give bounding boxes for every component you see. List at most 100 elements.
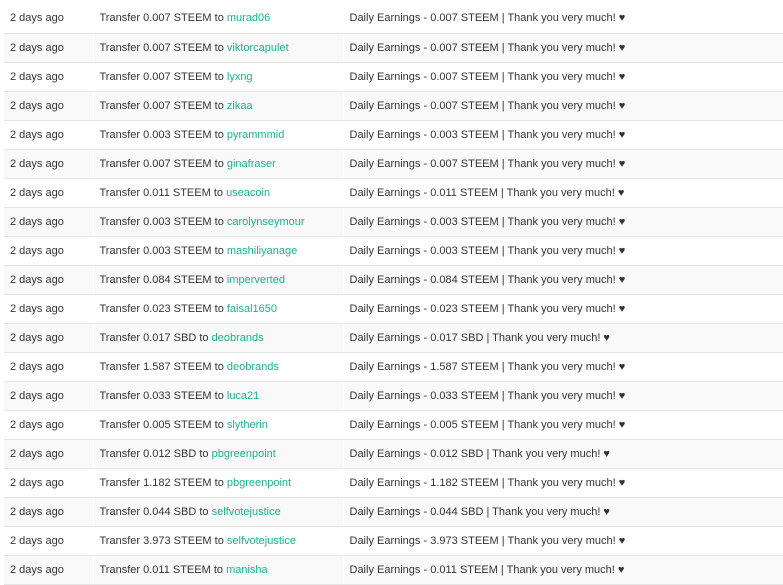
table-row: 2 days ago Transfer 0.003 STEEM to caroly… xyxy=(4,207,783,237)
recipient-account-link[interactable]: useacoin xyxy=(226,187,270,199)
operation-cell: Transfer 0.007 STEEM to viktorcapulet xyxy=(93,33,344,63)
recipient-account-link[interactable]: manisha xyxy=(226,564,268,576)
table-row: 2 days ago Transfer 0.003 STEEM to mashil… xyxy=(4,236,783,266)
memo-cell: Daily Earnings - 0.084 STEEM | Thank you… xyxy=(343,265,783,295)
table-row: 2 days ago Transfer 0.003 STEEM to pyramm… xyxy=(4,120,783,150)
timestamp-cell: 2 days ago xyxy=(4,4,94,34)
transfer-description: Transfer 0.007 STEEM to xyxy=(99,99,224,112)
operation-cell: Transfer 0.084 STEEM to imperverted xyxy=(93,265,344,295)
transfer-description: Transfer 0.007 STEEM to xyxy=(99,157,224,170)
timestamp-cell: 2 days ago xyxy=(4,555,94,585)
transfer-description: Transfer 0.011 STEEM to xyxy=(99,186,224,199)
timestamp-cell: 2 days ago xyxy=(4,410,94,440)
timestamp-cell: 2 days ago xyxy=(4,497,94,527)
transfer-description: Transfer 0.005 STEEM to xyxy=(99,418,224,431)
table-row: 2 days ago Transfer 0.007 STEEM to zikaa D… xyxy=(4,91,783,121)
operation-cell: Transfer 0.044 SBD to selfvotejustice xyxy=(93,497,344,527)
timestamp-cell: 2 days ago xyxy=(4,381,94,411)
operation-cell: Transfer 1.587 STEEM to deobrands xyxy=(93,352,344,382)
memo-cell: Daily Earnings - 0.007 STEEM | Thank you… xyxy=(343,33,783,63)
timestamp-cell: 2 days ago xyxy=(4,294,94,324)
transfer-description: Transfer 0.007 STEEM to xyxy=(99,12,224,25)
memo-cell: Daily Earnings - 0.007 STEEM | Thank you… xyxy=(343,91,783,121)
operation-cell: Transfer 0.003 STEEM to pyrammmid xyxy=(93,120,344,150)
operation-cell: Transfer 0.011 STEEM to useacoin xyxy=(93,178,344,208)
recipient-account-link[interactable]: faisal1650 xyxy=(227,303,277,315)
table-row: 2 days ago Transfer 0.011 STEEM to useaco… xyxy=(4,178,783,208)
recipient-account-link[interactable]: lyxng xyxy=(227,71,253,83)
operation-cell: Transfer 0.011 STEEM to manisha xyxy=(93,555,344,585)
recipient-account-link[interactable]: murad06 xyxy=(227,12,270,24)
memo-cell: Daily Earnings - 0.005 STEEM | Thank you… xyxy=(343,410,783,440)
recipient-account-link[interactable]: selfvotejustice xyxy=(212,506,281,518)
memo-cell: Daily Earnings - 0.033 STEEM | Thank you… xyxy=(343,381,783,411)
transfer-description: Transfer 0.084 STEEM to xyxy=(99,273,224,286)
memo-cell: Daily Earnings - 0.003 STEEM | Thank you… xyxy=(343,120,783,150)
memo-cell: Daily Earnings - 0.012 SBD | Thank you v… xyxy=(343,439,783,469)
recipient-account-link[interactable]: luca21 xyxy=(227,390,259,402)
operation-cell: Transfer 1.182 STEEM to pbgreenpoint xyxy=(93,468,344,498)
recipient-account-link[interactable]: slytherin xyxy=(227,419,268,431)
recipient-account-link[interactable]: ginafraser xyxy=(227,158,276,170)
recipient-account-link[interactable]: pyrammmid xyxy=(227,129,284,141)
memo-cell: Daily Earnings - 0.007 STEEM | Thank you… xyxy=(343,149,783,179)
transfer-description: Transfer 0.007 STEEM to xyxy=(99,70,224,83)
operation-cell: Transfer 0.003 STEEM to carolynseymour xyxy=(93,207,344,237)
memo-cell: Daily Earnings - 0.011 STEEM | Thank you… xyxy=(343,555,783,585)
timestamp-cell: 2 days ago xyxy=(4,149,94,179)
recipient-account-link[interactable]: mashiliyanage xyxy=(227,245,297,257)
recipient-account-link[interactable]: selfvotejustice xyxy=(227,535,296,547)
operation-cell: Transfer 0.023 STEEM to faisal1650 xyxy=(93,294,344,324)
timestamp-cell: 2 days ago xyxy=(4,120,94,150)
table-row: 2 days ago Transfer 0.012 SBD to pbgreenp… xyxy=(4,439,783,469)
table-row: 2 days ago Transfer 0.023 STEEM to faisal… xyxy=(4,294,783,324)
table-row: 2 days ago Transfer 0.011 STEEM to manish… xyxy=(4,555,783,585)
operation-cell: Transfer 0.033 STEEM to luca21 xyxy=(93,381,344,411)
transfer-description: Transfer 0.017 SBD to xyxy=(99,331,209,344)
timestamp-cell: 2 days ago xyxy=(4,352,94,382)
timestamp-cell: 2 days ago xyxy=(4,265,94,295)
operation-cell: Transfer 3.973 STEEM to selfvotejustice xyxy=(93,526,344,556)
recipient-account-link[interactable]: pbgreenpoint xyxy=(212,448,276,460)
recipient-account-link[interactable]: pbgreenpoint xyxy=(227,477,291,489)
recipient-account-link[interactable]: zikaa xyxy=(227,100,253,112)
operation-cell: Transfer 0.003 STEEM to mashiliyanage xyxy=(93,236,344,266)
recipient-account-link[interactable]: viktorcapulet xyxy=(227,42,289,54)
memo-cell: Daily Earnings - 0.007 STEEM | Thank you… xyxy=(343,4,783,34)
timestamp-cell: 2 days ago xyxy=(4,236,94,266)
table-row: 2 days ago Transfer 0.005 STEEM to slythe… xyxy=(4,410,783,440)
recipient-account-link[interactable]: deobrands xyxy=(227,361,279,373)
transfer-description: Transfer 0.003 STEEM to xyxy=(99,128,224,141)
recipient-account-link[interactable]: deobrands xyxy=(212,332,264,344)
table-row: 2 days ago Transfer 0.044 SBD to selfvote… xyxy=(4,497,783,527)
transfer-description: Transfer 0.044 SBD to xyxy=(99,505,209,518)
operation-cell: Transfer 0.017 SBD to deobrands xyxy=(93,323,344,353)
operation-cell: Transfer 0.007 STEEM to zikaa xyxy=(93,91,344,121)
transfer-description: Transfer 0.033 STEEM to xyxy=(99,389,224,402)
timestamp-cell: 2 days ago xyxy=(4,323,94,353)
timestamp-cell: 2 days ago xyxy=(4,178,94,208)
operation-cell: Transfer 0.007 STEEM to lyxng xyxy=(93,62,344,92)
timestamp-cell: 2 days ago xyxy=(4,62,94,92)
transfer-description: Transfer 0.012 SBD to xyxy=(99,447,209,460)
operation-cell: Transfer 0.012 SBD to pbgreenpoint xyxy=(93,439,344,469)
transfer-history: 2 days ago Transfer 0.007 STEEM to murad0… xyxy=(4,4,783,585)
timestamp-cell: 2 days ago xyxy=(4,207,94,237)
transfer-description: Transfer 1.587 STEEM to xyxy=(99,360,224,373)
timestamp-cell: 2 days ago xyxy=(4,468,94,498)
timestamp-cell: 2 days ago xyxy=(4,91,94,121)
memo-cell: Daily Earnings - 0.017 SBD | Thank you v… xyxy=(343,323,783,353)
memo-cell: Daily Earnings - 1.587 STEEM | Thank you… xyxy=(343,352,783,382)
transfer-description: Transfer 0.011 STEEM to xyxy=(99,563,224,576)
transfer-description: Transfer 0.003 STEEM to xyxy=(99,215,224,228)
table-row: 2 days ago Transfer 0.007 STEEM to murad0… xyxy=(4,4,783,34)
memo-cell: Daily Earnings - 3.973 STEEM | Thank you… xyxy=(343,526,783,556)
timestamp-cell: 2 days ago xyxy=(4,33,94,63)
table-row: 2 days ago Transfer 0.007 STEEM to viktor… xyxy=(4,33,783,63)
transfer-description: Transfer 0.023 STEEM to xyxy=(99,302,224,315)
operation-cell: Transfer 0.007 STEEM to ginafraser xyxy=(93,149,344,179)
recipient-account-link[interactable]: imperverted xyxy=(227,274,285,286)
table-row: 2 days ago Transfer 0.033 STEEM to luca21… xyxy=(4,381,783,411)
memo-cell: Daily Earnings - 0.011 STEEM | Thank you… xyxy=(343,178,783,208)
recipient-account-link[interactable]: carolynseymour xyxy=(227,216,305,228)
